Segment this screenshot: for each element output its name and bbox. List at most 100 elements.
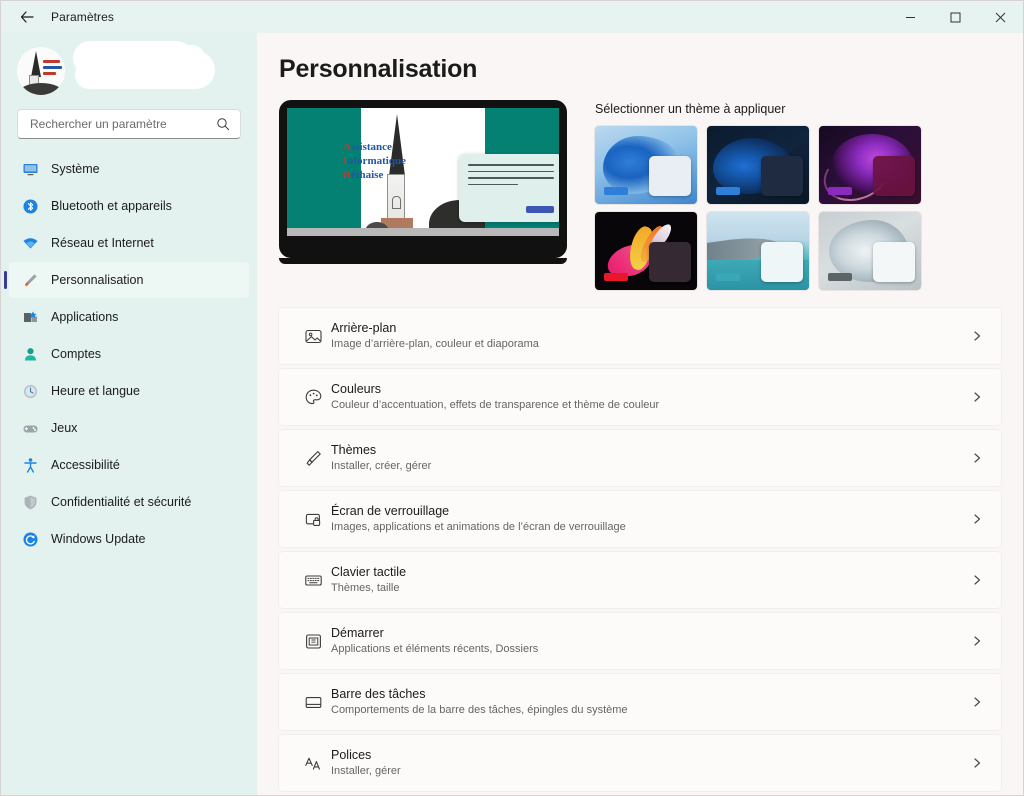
gamepad-icon	[21, 419, 39, 437]
avatar	[17, 47, 65, 95]
settings-row-demarrer[interactable]: Démarrer Applications et éléments récent…	[279, 613, 1001, 669]
sidebar-item-applications[interactable]: Applications	[9, 299, 249, 335]
minimize-button[interactable]	[888, 1, 933, 33]
settings-row-themes[interactable]: Thèmes Installer, créer, gérer	[279, 430, 1001, 486]
window-title: Paramètres	[51, 10, 115, 24]
sidebar-item-personnalisation[interactable]: Personnalisation	[4, 262, 249, 298]
preview-taskbar	[287, 228, 559, 236]
settings-row-title: Barre des tâches	[331, 687, 426, 701]
wallpaper-text: Assistance Informatique Réthaise	[343, 141, 406, 181]
settings-row-subtitle: Installer, gérer	[331, 765, 401, 777]
settings-row-polices[interactable]: Polices Installer, gérer	[279, 735, 1001, 791]
sidebar-item-comptes[interactable]: Comptes	[9, 336, 249, 372]
settings-row-couleurs[interactable]: Couleurs Couleur d’accentuation, effets …	[279, 369, 1001, 425]
sidebar-item-systeme[interactable]: Système	[9, 151, 249, 187]
keyboard-icon	[295, 571, 331, 590]
theme-glow-purple[interactable]	[819, 126, 921, 204]
theme-sunrise-lake[interactable]	[707, 212, 809, 290]
user-profile[interactable]	[1, 37, 257, 107]
themes-label: Sélectionner un thème à appliquer	[595, 102, 786, 116]
sidebar-item-windows-update[interactable]: Windows Update	[9, 521, 249, 557]
sidebar-item-label: Windows Update	[51, 532, 146, 546]
title-bar: Paramètres	[1, 1, 1023, 33]
bluetooth-icon	[21, 197, 39, 215]
window-controls	[888, 1, 1023, 33]
lockscreen-icon	[295, 510, 331, 529]
settings-row-title: Arrière-plan	[331, 321, 397, 335]
sidebar-item-bluetooth[interactable]: Bluetooth et appareils	[9, 188, 249, 224]
window-body: Système Bluetooth et appareils	[1, 33, 1023, 795]
wallpaper-line-2: nformatique	[347, 155, 406, 167]
settings-row-title: Polices	[331, 748, 372, 762]
wallpaper-line-1: ssistance	[350, 141, 392, 153]
settings-window: Paramètres Rechercher un paramètre Systè…	[0, 0, 1024, 796]
sidebar-item-label: Applications	[51, 310, 119, 324]
settings-row-barre-taches[interactable]: Barre des tâches Comportements de la bar…	[279, 674, 1001, 730]
theme-windows-bloom-light[interactable]	[595, 126, 697, 204]
apps-icon	[21, 308, 39, 326]
settings-row-title: Clavier tactile	[331, 565, 407, 579]
account-name-redacted	[73, 41, 243, 95]
sidebar-item-label: Système	[51, 162, 100, 176]
chevron-right-icon	[963, 696, 983, 708]
theme-captured-motion-dark[interactable]	[595, 212, 697, 290]
settings-row-title: Couleurs	[331, 382, 382, 396]
wifi-icon	[21, 234, 39, 252]
maximize-button[interactable]	[933, 1, 978, 33]
sidebar-item-label: Accessibilité	[51, 458, 120, 472]
sidebar-item-label: Réseau et Internet	[51, 236, 154, 250]
settings-row-subtitle: Installer, créer, gérer	[331, 460, 432, 472]
settings-row-title: Thèmes	[331, 443, 377, 457]
monitor-frame: Assistance Informatique Réthaise	[279, 100, 567, 258]
update-icon	[21, 530, 39, 548]
sidebar-item-label: Confidentialité et sécurité	[51, 495, 192, 509]
settings-row-title: Démarrer	[331, 626, 384, 640]
sidebar-item-reseau[interactable]: Réseau et Internet	[9, 225, 249, 261]
theme-flow-light[interactable]	[819, 212, 921, 290]
chevron-right-icon	[963, 635, 983, 647]
back-button[interactable]	[7, 2, 47, 32]
sidebar-item-label: Personnalisation	[51, 273, 144, 287]
chevron-right-icon	[963, 391, 983, 403]
paintbrush-icon	[295, 449, 331, 468]
sidebar-item-label: Heure et langue	[51, 384, 140, 398]
wallpaper-line-3: éthaise	[350, 169, 384, 181]
settings-row-arriere-plan[interactable]: Arrière-plan Image d’arrière-plan, coule…	[279, 308, 1001, 364]
settings-row-title: Écran de verrouillage	[331, 504, 450, 518]
sidebar-item-label: Jeux	[51, 421, 78, 435]
main-content: Personnalisation Assistance Informatique…	[257, 33, 1023, 795]
settings-row-ecran-verrouillage[interactable]: Écran de verrouillage Images, applicatio…	[279, 491, 1001, 547]
monitor-icon	[21, 160, 39, 178]
chevron-right-icon	[963, 452, 983, 464]
sidebar: Système Bluetooth et appareils	[1, 33, 257, 795]
search-box[interactable]	[17, 109, 241, 139]
search-input[interactable]	[30, 117, 214, 131]
fonts-icon	[295, 754, 331, 773]
settings-row-clavier-tactile[interactable]: Clavier tactile Thèmes, taille	[279, 552, 1001, 608]
preview-window	[459, 154, 559, 222]
sidebar-item-heure-langue[interactable]: Heure et langue	[9, 373, 249, 409]
sidebar-item-label: Comptes	[51, 347, 102, 361]
settings-row-subtitle: Applications et éléments récents, Dossie…	[331, 643, 539, 655]
page-title: Personnalisation	[279, 55, 478, 83]
settings-row-subtitle: Image d’arrière-plan, couleur et diapora…	[331, 338, 539, 350]
theme-windows-bloom-dark[interactable]	[707, 126, 809, 204]
themes-section: Sélectionner un thème à appliquer	[595, 100, 1001, 290]
settings-row-subtitle: Comportements de la barre des tâches, ép…	[331, 704, 628, 716]
settings-list: Arrière-plan Image d’arrière-plan, coule…	[279, 308, 1001, 791]
chevron-right-icon	[963, 330, 983, 342]
shield-icon	[21, 493, 39, 511]
chevron-right-icon	[963, 574, 983, 586]
search-container	[1, 107, 257, 149]
start-icon	[295, 632, 331, 651]
taskbar-icon	[295, 693, 331, 712]
back-arrow-icon	[20, 11, 34, 23]
sidebar-item-confidentialite[interactable]: Confidentialité et sécurité	[9, 484, 249, 520]
chevron-right-icon	[963, 757, 983, 769]
sidebar-nav: Système Bluetooth et appareils Réseau et…	[1, 149, 257, 795]
monitor-stand	[279, 258, 567, 264]
sidebar-item-jeux[interactable]: Jeux	[9, 410, 249, 446]
monitor-screen: Assistance Informatique Réthaise	[287, 108, 559, 236]
sidebar-item-accessibilite[interactable]: Accessibilité	[9, 447, 249, 483]
close-button[interactable]	[978, 1, 1023, 33]
